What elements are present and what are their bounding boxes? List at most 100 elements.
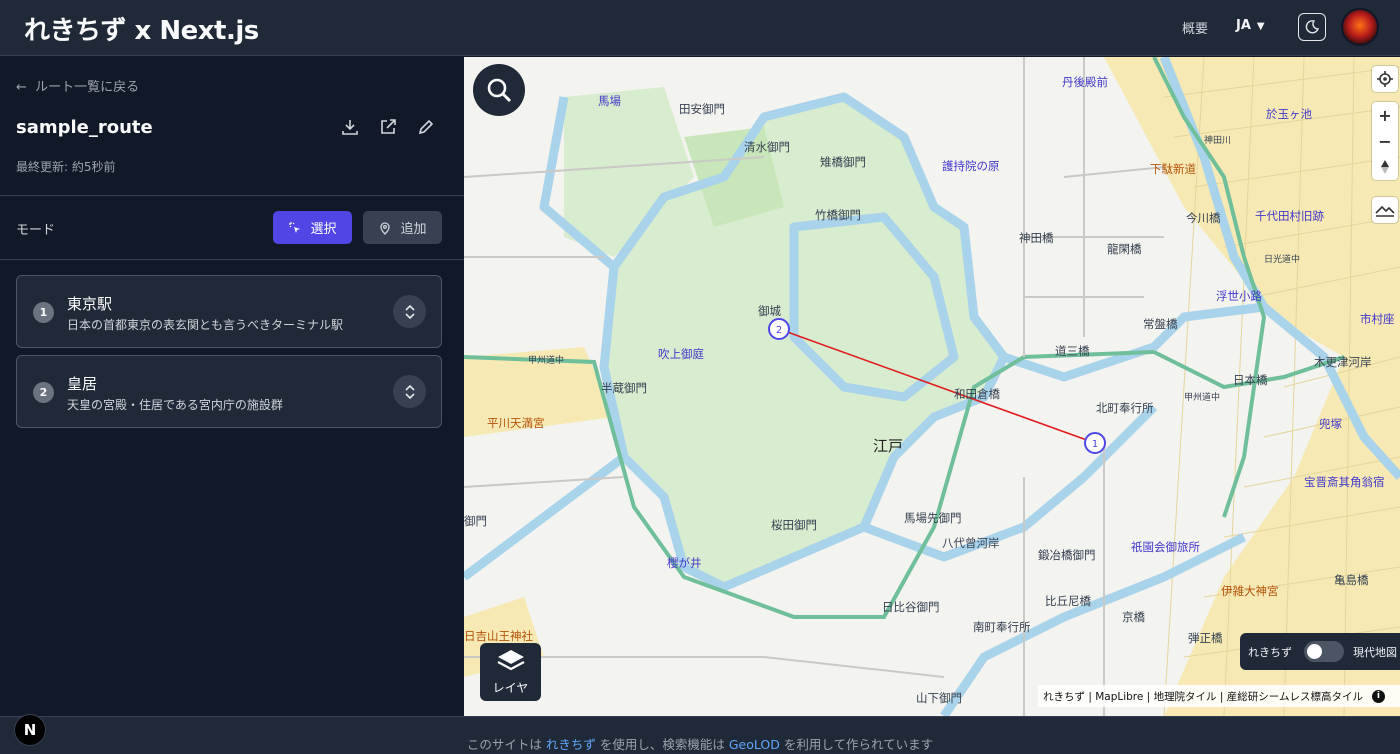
- map-label: 山下御門: [916, 691, 962, 705]
- geolod-link[interactable]: GeoLOD: [729, 737, 780, 752]
- theme-toggle-button[interactable]: [1298, 13, 1326, 41]
- map-label: 馬場先御門: [904, 511, 962, 525]
- app-logo[interactable]: れきちず x Next.js: [24, 10, 259, 47]
- point-index-badge: 2: [33, 382, 54, 403]
- map-label: 弾正橋: [1188, 631, 1223, 645]
- sidebar: ← ルート一覧に戻る sample_route 最終更新: 約5秒前 モード 選…: [0, 57, 464, 716]
- map-search-button[interactable]: [473, 64, 525, 116]
- chevron-up-down-icon: [404, 384, 415, 399]
- map-label: 常盤橋: [1143, 317, 1178, 331]
- toggle-right-label: 現代地図: [1353, 645, 1397, 659]
- point-index-badge: 1: [33, 302, 54, 323]
- point-name: 東京駅: [67, 295, 113, 313]
- zoom-in-button[interactable]: +: [1372, 102, 1398, 128]
- map-label: 御門: [464, 514, 487, 528]
- layer-button[interactable]: レイヤ: [480, 643, 541, 701]
- zoom-control: + −: [1372, 102, 1398, 180]
- footer-suffix: を利用して作られています: [783, 737, 934, 752]
- map-label: 八代曾河岸: [942, 536, 1000, 550]
- geolocate-control[interactable]: [1372, 66, 1398, 92]
- chevron-down-icon: ▼: [1256, 21, 1265, 32]
- moon-icon: [1305, 20, 1320, 34]
- compass-button[interactable]: [1372, 154, 1398, 180]
- external-link-icon: [381, 119, 396, 134]
- map-label: 鍛冶橋御門: [1038, 548, 1096, 562]
- map-label: 櫻が井: [667, 556, 702, 570]
- mode-label: モード: [16, 223, 56, 238]
- map-label: 江戸: [873, 437, 904, 455]
- reorder-handle[interactable]: [393, 295, 426, 328]
- map-label: 比丘尼橋: [1045, 594, 1091, 608]
- map-label: 田安御門: [679, 102, 725, 116]
- footer: このサイトは れきちず を使用し、検索機能は GeoLOD を利用して作られてい…: [0, 716, 1400, 754]
- route-point-card[interactable]: 2 皇居 天皇の宮殿・住居である宮内庁の施設群: [16, 355, 442, 428]
- map-label: 御城: [758, 304, 781, 318]
- rekichizu-link[interactable]: れきちず: [546, 737, 596, 752]
- map-label: 日吉山王神社: [464, 629, 533, 643]
- open-external-button[interactable]: [378, 117, 398, 137]
- info-icon[interactable]: i: [1371, 689, 1385, 703]
- map-label: 京橋: [1122, 610, 1145, 624]
- map-label: 道三橋: [1055, 344, 1090, 358]
- route-title: sample_route: [16, 117, 153, 138]
- map-label: 吹上御庭: [658, 347, 704, 361]
- map-label: 兜塚: [1319, 417, 1342, 431]
- reorder-handle[interactable]: [393, 375, 426, 408]
- map-label: 甲州道中: [528, 356, 565, 366]
- point-description: 天皇の宮殿・住居である宮内庁の施設群: [67, 398, 283, 412]
- add-mode-button[interactable]: 追加: [363, 211, 442, 244]
- last-updated: 最終更新: 約5秒前: [16, 160, 116, 174]
- zoom-out-button[interactable]: −: [1372, 128, 1398, 154]
- pencil-icon: [418, 119, 434, 135]
- compass-icon: [1381, 160, 1389, 174]
- map-style-toggle[interactable]: [1304, 641, 1344, 662]
- back-label: ルート一覧に戻る: [35, 80, 140, 95]
- map-label: 桜田御門: [771, 518, 817, 532]
- terrain-icon[interactable]: [1372, 197, 1398, 223]
- point-description: 日本の首都東京の表玄関とも言うべきターミナル駅: [67, 318, 344, 332]
- svg-text:1: 1: [1092, 439, 1098, 450]
- map-label: 神田川: [1204, 136, 1232, 146]
- map-pin-icon: [380, 221, 391, 235]
- map-label: 下駄新道: [1150, 162, 1196, 176]
- map-label: 竹橋御門: [815, 208, 861, 222]
- map-label: 木更津河岸: [1314, 355, 1372, 369]
- language-select[interactable]: JA ▼: [1236, 18, 1265, 33]
- select-mode-button[interactable]: 選択: [273, 211, 352, 244]
- terrain-control[interactable]: [1372, 197, 1398, 223]
- map-label: 半蔵御門: [601, 381, 647, 395]
- user-avatar[interactable]: [1341, 8, 1379, 46]
- toggle-left-label: れきちず: [1248, 645, 1292, 659]
- map-label: 日光道中: [1264, 255, 1301, 265]
- map-label: 亀島橋: [1334, 573, 1369, 587]
- map-label: 浮世小路: [1216, 289, 1262, 303]
- crosshair-icon[interactable]: [1372, 66, 1398, 92]
- chevron-up-down-icon: [404, 304, 415, 319]
- map-label: 雉橋御門: [820, 155, 866, 169]
- svg-text:2: 2: [776, 325, 782, 336]
- nextjs-devtools-badge[interactable]: N: [14, 714, 46, 746]
- add-mode-label: 追加: [400, 222, 427, 237]
- map-label: 北町奉行所: [1096, 401, 1154, 415]
- map-label: 護持院の原: [942, 159, 1000, 173]
- map-label: 宝晋斎其角翁宿: [1304, 475, 1385, 489]
- edit-button[interactable]: [416, 117, 436, 137]
- arrow-left-icon: ←: [16, 80, 27, 95]
- map-style-toggle-panel: れきちず 現代地図: [1240, 633, 1400, 670]
- layers-icon: [496, 650, 525, 671]
- map-label: 於玉ヶ池: [1266, 107, 1312, 121]
- map-label: 平川天満宮: [487, 416, 545, 430]
- divider: [0, 259, 464, 260]
- download-button[interactable]: [340, 117, 360, 137]
- map-label: 龍閑橋: [1107, 242, 1142, 256]
- map-label: 伊雑大神宮: [1221, 584, 1279, 598]
- point-name: 皇居: [67, 375, 98, 393]
- app-header: れきちず x Next.js 概要 JA ▼: [0, 0, 1400, 56]
- map-canvas[interactable]: 1 2 馬場 田安御門 清水御門 雉橋御門 護持院の原 丹後殿前 於玉ヶ池 下駄…: [464, 57, 1400, 716]
- map-label: 馬場: [598, 94, 621, 108]
- route-point-card[interactable]: 1 東京駅 日本の首都東京の表玄関とも言うべきターミナル駅: [16, 275, 442, 348]
- nav-about-link[interactable]: 概要: [1182, 18, 1208, 37]
- back-to-routes-link[interactable]: ← ルート一覧に戻る: [16, 76, 139, 95]
- map-label: 神田橋: [1019, 231, 1054, 245]
- map-label: 千代田村旧跡: [1255, 209, 1324, 223]
